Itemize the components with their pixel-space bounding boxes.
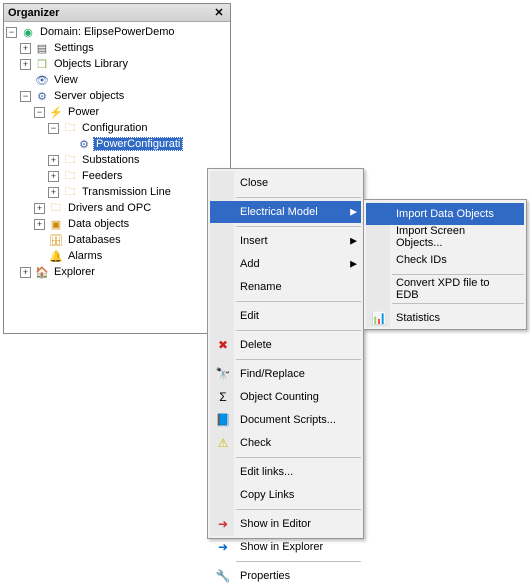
- tree-node-explorer[interactable]: + 🏠 Explorer: [6, 264, 230, 280]
- tree-node-transmission-line[interactable]: + 🗀 Transmission Line: [6, 184, 230, 200]
- menu-separator: [392, 274, 524, 275]
- menu-item-find-replace[interactable]: 🔭 Find/Replace: [210, 363, 361, 385]
- drivers-icon: 🗀: [48, 200, 64, 216]
- tree-node-server-objects[interactable]: − ⚙ Server objects: [6, 88, 230, 104]
- tree-node-feeders[interactable]: + 🗀 Feeders: [6, 168, 230, 184]
- power-icon: ⚡: [48, 104, 64, 120]
- menu-item-rename[interactable]: Rename: [210, 276, 361, 298]
- expand-icon[interactable]: +: [34, 203, 45, 214]
- properties-icon: 🔧: [214, 567, 232, 585]
- tree-node-powerconfiguration[interactable]: ⚙ PowerConfigurati: [6, 136, 230, 152]
- submenu-item-convert-xpd[interactable]: Convert XPD file to EDB: [366, 278, 524, 300]
- submenu-arrow-icon: ▶: [350, 259, 357, 270]
- collapse-icon[interactable]: −: [48, 123, 59, 134]
- menu-item-properties[interactable]: 🔧 Properties: [210, 565, 361, 587]
- config-icon: 🗀: [62, 120, 78, 136]
- binoculars-icon: 🔭: [214, 365, 232, 383]
- collapse-icon[interactable]: −: [6, 27, 17, 38]
- submenu-arrow-icon: ▶: [350, 236, 357, 247]
- menu-item-check[interactable]: ⚠ Check: [210, 432, 361, 454]
- expand-icon[interactable]: +: [34, 219, 45, 230]
- organizer-title: Organizer: [8, 7, 212, 19]
- collapse-icon[interactable]: −: [20, 91, 31, 102]
- menu-separator: [236, 359, 361, 360]
- database-icon: 🗄: [48, 232, 64, 248]
- show-explorer-icon: ➜: [214, 538, 232, 556]
- tree-node-databases[interactable]: 🗄 Databases: [6, 232, 230, 248]
- tree-node-objects-library[interactable]: + ❒ Objects Library: [6, 56, 230, 72]
- powerconfig-icon: ⚙: [76, 136, 92, 152]
- alarms-icon: 🔔: [48, 248, 64, 264]
- menu-item-show-in-editor[interactable]: ➜ Show in Editor: [210, 513, 361, 535]
- server-icon: ⚙: [34, 88, 50, 104]
- menu-separator: [236, 561, 361, 562]
- tree-node-view[interactable]: 👁 View: [6, 72, 230, 88]
- submenu-arrow-icon: ▶: [350, 207, 357, 218]
- settings-icon: ▤: [34, 40, 50, 56]
- menu-item-edit-links[interactable]: Edit links...: [210, 461, 361, 483]
- expand-icon[interactable]: +: [48, 171, 59, 182]
- tree-node-drivers-opc[interactable]: + 🗀 Drivers and OPC: [6, 200, 230, 216]
- show-editor-icon: ➜: [214, 515, 232, 533]
- explorer-icon: 🏠: [34, 264, 50, 280]
- expand-icon[interactable]: +: [48, 155, 59, 166]
- menu-separator: [236, 509, 361, 510]
- tree-node-data-objects[interactable]: + ▣ Data objects: [6, 216, 230, 232]
- tree-node-alarms[interactable]: 🔔 Alarms: [6, 248, 230, 264]
- menu-item-add[interactable]: Add ▶: [210, 253, 361, 275]
- scripts-icon: 📘: [214, 411, 232, 429]
- menu-item-close[interactable]: Close: [210, 172, 361, 194]
- dataobjects-icon: ▣: [48, 216, 64, 232]
- view-icon: 👁: [34, 72, 50, 88]
- menu-item-object-counting[interactable]: Σ Object Counting: [210, 386, 361, 408]
- menu-separator: [236, 197, 361, 198]
- tree-node-configuration[interactable]: − 🗀 Configuration: [6, 120, 230, 136]
- menu-item-edit[interactable]: Edit: [210, 305, 361, 327]
- menu-separator: [392, 303, 524, 304]
- expand-icon[interactable]: +: [20, 267, 31, 278]
- menu-item-show-in-explorer[interactable]: ➜ Show in Explorer: [210, 536, 361, 558]
- transmission-icon: 🗀: [62, 184, 78, 200]
- menu-item-insert[interactable]: Insert ▶: [210, 230, 361, 252]
- count-icon: Σ: [214, 388, 232, 406]
- electrical-model-submenu: Import Data Objects Import Screen Object…: [363, 199, 527, 330]
- selected-node-label: PowerConfigurati: [94, 138, 182, 150]
- check-icon: ⚠: [214, 434, 232, 452]
- menu-item-document-scripts[interactable]: 📘 Document Scripts...: [210, 409, 361, 431]
- submenu-item-import-screen-objects[interactable]: Import Screen Objects...: [366, 226, 524, 248]
- tree-node-settings[interactable]: + ▤ Settings: [6, 40, 230, 56]
- menu-item-delete[interactable]: ✖ Delete: [210, 334, 361, 356]
- menu-separator: [236, 226, 361, 227]
- menu-item-electrical-model[interactable]: Electrical Model ▶: [210, 201, 361, 223]
- context-menu: Close Electrical Model ▶ Insert ▶ Add ▶ …: [207, 168, 364, 539]
- tree-node-substations[interactable]: + 🗀 Substations: [6, 152, 230, 168]
- organizer-header: Organizer ✕: [4, 4, 230, 22]
- submenu-item-import-data-objects[interactable]: Import Data Objects: [366, 203, 524, 225]
- globe-icon: ◉: [20, 24, 36, 40]
- tree-node-domain[interactable]: − ◉ Domain: ElipsePowerDemo: [6, 24, 230, 40]
- statistics-icon: 📊: [370, 309, 388, 327]
- expand-icon[interactable]: +: [20, 43, 31, 54]
- submenu-item-statistics[interactable]: 📊 Statistics: [366, 307, 524, 329]
- delete-icon: ✖: [214, 336, 232, 354]
- library-icon: ❒: [34, 56, 50, 72]
- panel-close-button[interactable]: ✕: [212, 6, 226, 20]
- menu-item-copy-links[interactable]: Copy Links: [210, 484, 361, 506]
- collapse-icon[interactable]: −: [34, 107, 45, 118]
- organizer-panel: Organizer ✕ − ◉ Domain: ElipsePowerDemo …: [3, 3, 231, 334]
- expand-icon[interactable]: +: [20, 59, 31, 70]
- tree-node-power[interactable]: − ⚡ Power: [6, 104, 230, 120]
- menu-separator: [236, 457, 361, 458]
- expand-icon[interactable]: +: [48, 187, 59, 198]
- menu-separator: [236, 330, 361, 331]
- organizer-tree: − ◉ Domain: ElipsePowerDemo + ▤ Settings…: [4, 22, 230, 280]
- menu-separator: [236, 301, 361, 302]
- submenu-item-check-ids[interactable]: Check IDs: [366, 249, 524, 271]
